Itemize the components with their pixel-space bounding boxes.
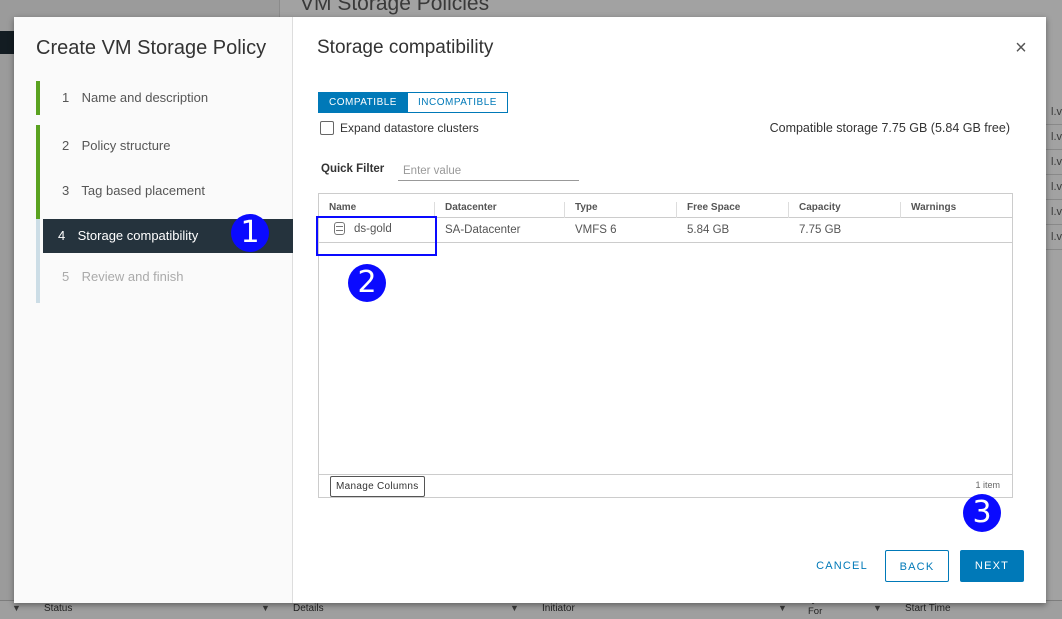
annotation-marker-2: 2 xyxy=(348,264,386,302)
column-header-type[interactable]: Type xyxy=(565,202,677,218)
annotation-highlight-box xyxy=(316,216,437,256)
wizard-content: Storage compatibility × COMPATIBLE INCOM… xyxy=(294,17,1046,603)
expand-clusters-label: Expand datastore clusters xyxy=(340,121,479,135)
step-number: 4 xyxy=(58,228,66,243)
column-header-free-space[interactable]: Free Space xyxy=(677,202,789,218)
cell-capacity: 7.75 GB xyxy=(799,224,842,236)
compatibility-toggle: COMPATIBLE INCOMPATIBLE xyxy=(318,92,508,113)
wizard-steps-panel: Create VM Storage Policy 1 Name and desc… xyxy=(14,17,293,603)
step-label: Policy structure xyxy=(81,138,171,153)
step-tag-based-placement[interactable]: 3 Tag based placement xyxy=(36,169,293,213)
incompatible-tab[interactable]: INCOMPATIBLE xyxy=(407,92,508,113)
annotation-marker-3: 3 xyxy=(963,494,1001,532)
compatible-tab[interactable]: COMPATIBLE xyxy=(318,92,408,113)
page-title: Storage compatibility xyxy=(317,37,494,58)
quick-filter-input[interactable] xyxy=(398,161,579,181)
grid-footer: Manage Columns 1 item xyxy=(319,474,1012,497)
step-label: Tag based placement xyxy=(81,183,205,198)
column-header-datacenter[interactable]: Datacenter xyxy=(435,202,565,218)
step-name-and-description[interactable]: 1 Name and description xyxy=(36,81,293,115)
step-number: 3 xyxy=(62,183,70,198)
cell-free-space: 5.84 GB xyxy=(687,224,730,236)
step-progress-line xyxy=(36,219,40,253)
wizard-title: Create VM Storage Policy xyxy=(36,37,267,59)
expand-clusters-checkbox[interactable] xyxy=(320,121,334,135)
step-label: Review and finish xyxy=(81,269,184,284)
column-header-warnings[interactable]: Warnings xyxy=(901,202,1013,218)
step-review-and-finish: 5 Review and finish xyxy=(36,253,293,303)
manage-columns-button[interactable]: Manage Columns xyxy=(330,476,425,497)
cell-type: VMFS 6 xyxy=(575,224,617,236)
expand-clusters-option[interactable]: Expand datastore clusters xyxy=(320,121,479,135)
quick-filter-label: Quick Filter xyxy=(321,163,385,175)
step-number: 2 xyxy=(62,138,70,153)
column-header-capacity[interactable]: Capacity xyxy=(789,202,901,218)
cell-datacenter: SA-Datacenter xyxy=(445,224,521,236)
step-label: Name and description xyxy=(81,90,209,105)
create-storage-policy-dialog: Create VM Storage Policy 1 Name and desc… xyxy=(14,17,1046,603)
next-button[interactable]: NEXT xyxy=(960,550,1024,582)
step-policy-structure[interactable]: 2 Policy structure xyxy=(36,125,293,169)
step-number: 1 xyxy=(62,90,70,105)
compatible-storage-summary: Compatible storage 7.75 GB (5.84 GB free… xyxy=(769,121,1010,135)
annotation-marker-1: 1 xyxy=(231,214,269,252)
item-count: 1 item xyxy=(975,480,1000,490)
grid-header: Name Datacenter Type Free Space Capacity… xyxy=(319,194,1012,218)
cancel-button[interactable]: CANCEL xyxy=(802,550,882,582)
step-number: 5 xyxy=(62,269,70,284)
back-button[interactable]: BACK xyxy=(885,550,949,582)
close-icon[interactable]: × xyxy=(1012,38,1030,58)
step-label: Storage compatibility xyxy=(77,228,199,243)
